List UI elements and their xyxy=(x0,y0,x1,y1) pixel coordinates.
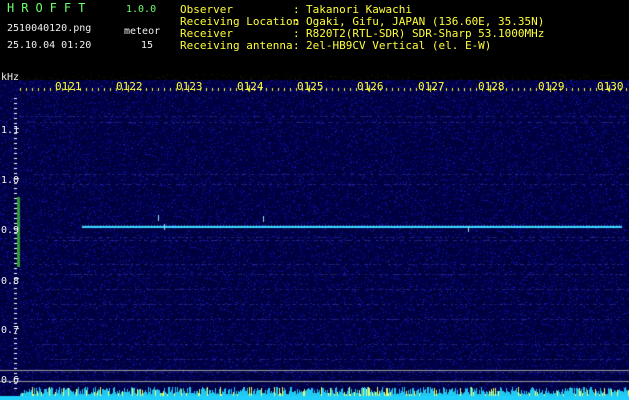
x-tick-label: 0127 xyxy=(418,80,445,93)
spectrogram-waterfall xyxy=(0,74,629,400)
y-axis-unit-label: kHz xyxy=(1,72,20,83)
file-name: 2510040120.png xyxy=(7,23,92,34)
y-tick-label: 0.9 xyxy=(1,225,20,236)
x-tick-label: 0128 xyxy=(478,80,505,93)
app-title: HROFFT xyxy=(7,1,93,15)
y-tick-label: 0.8 xyxy=(1,276,20,287)
y-tick-label: 0.7 xyxy=(1,325,20,336)
info-value-antenna: 2el-HB9CV Vertical (el. E-W) xyxy=(306,39,492,52)
info-separator: : xyxy=(293,39,300,52)
meteor-label: meteor xyxy=(124,26,161,37)
app-version: 1.0.0 xyxy=(126,4,157,15)
x-tick-label: 0129 xyxy=(538,80,565,93)
x-tick-label: 0126 xyxy=(357,80,384,93)
x-tick-label: 0125 xyxy=(297,80,324,93)
x-tick-label: 0123 xyxy=(176,80,203,93)
info-key-antenna: Receiving antenna xyxy=(180,39,293,52)
y-tick-label: 0.6 xyxy=(1,375,20,386)
x-tick-label: 0122 xyxy=(116,80,143,93)
x-tick-label: 0130 xyxy=(597,80,624,93)
x-tick-label: 0124 xyxy=(237,80,264,93)
timestamp: 25.10.04 01:20 xyxy=(7,40,92,51)
x-tick-label: 0121 xyxy=(55,80,82,93)
y-tick-label: 1.0 xyxy=(1,175,20,186)
y-tick-label: 1.1 xyxy=(1,125,20,136)
meteor-count: 15 xyxy=(141,40,154,51)
